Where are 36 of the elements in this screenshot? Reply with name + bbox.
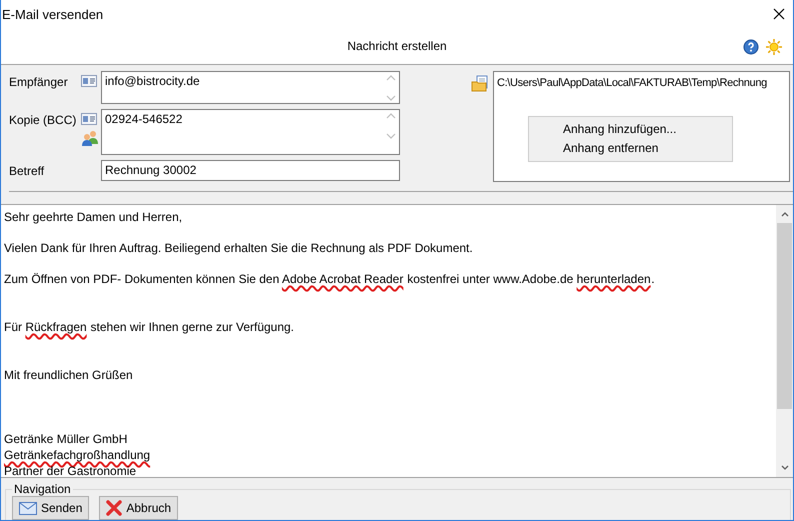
scroll-thumb[interactable] <box>777 223 792 409</box>
message-line: Mit freundlichen Grüßen <box>4 367 134 383</box>
attachment-list[interactable]: C:\Users\Paul\AppData\Local\FAKTURAB\Temp\Rechnung Anhang hinzufügen... Anhang entfernen <box>493 71 790 182</box>
message-line: Getränkefachgroßhandlung <box>4 447 152 463</box>
cancel-button[interactable]: Abbruch <box>99 496 178 520</box>
people-icon[interactable] <box>81 129 99 147</box>
message-line: Partner der Gastronomie <box>4 463 138 477</box>
contact-card-icon[interactable] <box>81 113 97 125</box>
message-line: Sehr geehrte Damen und Herren, <box>4 209 184 225</box>
message-line: Für Rückfragen stehen wir Ihnen gerne zur Verfügung. <box>4 319 296 335</box>
close-icon[interactable] <box>773 8 785 20</box>
cross-icon <box>106 500 122 516</box>
menu-item[interactable]: Anhang hinzufügen... <box>529 120 732 139</box>
message-body-field[interactable] <box>1 204 793 478</box>
menu-item[interactable]: Anhang entfernen <box>529 139 732 158</box>
scroll-down-icon[interactable] <box>780 465 788 471</box>
header-title: Nachricht erstellen <box>347 39 447 53</box>
field-label: Empfänger <box>9 74 69 89</box>
folder-icon[interactable] <box>471 75 489 93</box>
message-line: Zum Öffnen von PDF- Dokumenten können Sie den Adobe Acrobat Reader kostenfrei unter www.Adobe.de herunterladen. <box>4 271 656 287</box>
help-icon[interactable] <box>743 39 759 55</box>
text-field[interactable]: 02924-546522 <box>101 109 400 155</box>
field-label: Kopie (BCC) <box>9 112 78 127</box>
contact-card-icon[interactable] <box>81 75 97 87</box>
scroll-up-icon[interactable] <box>780 211 788 217</box>
message-line: Getränke Müller GmbH <box>4 431 128 447</box>
window-title: E-Mail versenden <box>2 6 104 22</box>
envelope-icon <box>19 502 37 514</box>
attachment-path[interactable]: C:\Users\Paul\AppData\Local\FAKTURAB\Temp\Rechnung <box>497 77 767 89</box>
scrollbar[interactable] <box>776 205 793 477</box>
message-line: Vielen Dank für Ihren Auftrag. Beiliegend erhalten Sie die Rechnung als PDF Dokument. <box>4 240 474 256</box>
send-button[interactable]: Senden <box>12 496 90 520</box>
text-field[interactable]: Rechnung 30002 <box>101 160 400 181</box>
field-label: Betreff <box>9 163 46 178</box>
group-title: Navigation <box>13 482 72 496</box>
text-field[interactable]: info@bistrocity.de <box>101 71 400 104</box>
